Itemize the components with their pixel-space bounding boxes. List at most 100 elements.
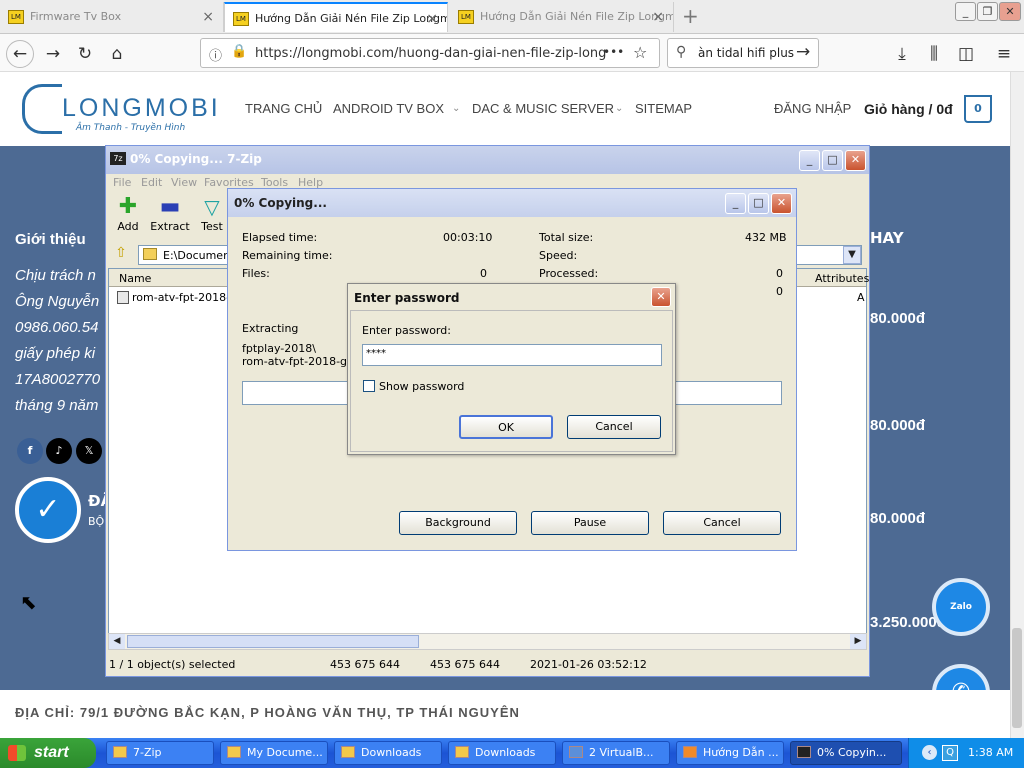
folder-up-icon[interactable]: ⇧	[110, 245, 132, 265]
tab-firmware[interactable]: LM Firmware Tv Box ×	[0, 2, 224, 32]
search-bar[interactable]: ⚲ àn tidal hifi plus →	[667, 38, 819, 68]
url-bar[interactable]: ⓘ 🔒 https://longmobi.com/huong-dan-giai-…	[200, 38, 660, 68]
background-button[interactable]: Background	[399, 511, 517, 535]
back-icon[interactable]: ←	[6, 40, 34, 68]
close-tab-icon[interactable]: ×	[426, 4, 438, 32]
menu-item-dac-music-server[interactable]: DAC & MUSIC SERVER	[472, 101, 614, 116]
bookmark-star-icon[interactable]: ☆	[633, 43, 647, 62]
more-actions-icon[interactable]: •••	[603, 45, 624, 59]
extract-button[interactable]: ▬ Extract	[148, 194, 192, 233]
taskbar-item-my-documents[interactable]: My Docume...	[220, 741, 328, 765]
reload-icon[interactable]: ↻	[72, 42, 98, 66]
status-size: 453 675 644	[330, 658, 400, 671]
file-attribute: A	[857, 291, 865, 304]
tiktok-icon[interactable]: ♪	[46, 438, 72, 464]
path-dropdown-icon[interactable]: ▼	[843, 246, 861, 264]
intro-line: Ông Nguyễn	[15, 293, 100, 310]
password-input[interactable]: ****	[362, 344, 662, 366]
scroll-left-icon[interactable]: ◀	[109, 634, 125, 649]
close-tab-icon[interactable]: ×	[202, 2, 214, 32]
info-icon[interactable]: ⓘ	[209, 45, 222, 64]
product-price: 80.000đ	[870, 510, 926, 527]
scroll-right-icon[interactable]: ▶	[850, 634, 866, 649]
ok-button[interactable]: OK	[459, 415, 553, 439]
speed-label: Speed:	[539, 249, 578, 262]
folder-icon	[227, 746, 241, 758]
taskbar-item-downloads-1[interactable]: Downloads	[334, 741, 442, 765]
tab-huong-dan[interactable]: LM Hướng Dẫn Giải Nén File Zip Longmobi …	[450, 2, 674, 32]
intro-line: Chịu trách n	[15, 267, 96, 284]
taskbar-item-virtualbox[interactable]: 2 VirtualB...	[562, 741, 670, 765]
password-label: Enter password:	[362, 324, 451, 337]
intro-line: 0986.060.54	[15, 319, 99, 336]
zalo-chat-icon[interactable]: Zalo	[932, 578, 990, 636]
menu-file[interactable]: File	[113, 176, 131, 189]
facebook-icon[interactable]: f	[17, 438, 43, 464]
logo-text[interactable]: LONGMOBI	[62, 94, 221, 123]
cancel-button[interactable]: Cancel	[663, 511, 781, 535]
elapsed-value: 00:03:10	[443, 231, 493, 244]
download-icon[interactable]: ⤓	[889, 42, 915, 66]
column-attributes[interactable]: Attributes	[815, 272, 869, 285]
files-label: Files:	[242, 267, 270, 280]
tab-huong-dan-active[interactable]: LM Hướng Dẫn Giải Nén File Zip Longmobi …	[224, 2, 448, 32]
cancel-button[interactable]: Cancel	[567, 415, 661, 439]
tray-collapse-icon[interactable]: ‹	[922, 745, 937, 760]
page-scrollbar-thumb[interactable]	[1012, 628, 1022, 728]
login-link[interactable]: ĐĂNG NHẬP	[774, 101, 851, 116]
taskbar-item-7zip[interactable]: 7-Zip	[106, 741, 214, 765]
home-icon[interactable]: ⌂	[104, 42, 130, 66]
new-tab-icon[interactable]: +	[682, 4, 702, 28]
taskbar-item-firefox[interactable]: Hướng Dẫn ...	[676, 741, 784, 765]
verified-badge-icon[interactable]: ✓	[15, 477, 81, 543]
processed-value: 0	[776, 267, 783, 280]
restore-window-button[interactable]: ❐	[977, 2, 998, 21]
close-button[interactable]: ✕	[845, 150, 866, 171]
minimize-button[interactable]: _	[725, 193, 746, 214]
start-label: start	[34, 744, 69, 761]
site-favicon-icon: LM	[233, 12, 249, 26]
minimize-button[interactable]: _	[799, 150, 820, 171]
menu-item-home[interactable]: TRANG CHỦ	[245, 101, 322, 116]
minimize-window-button[interactable]: _	[955, 2, 976, 21]
sidebar-icon[interactable]: ◫	[953, 42, 979, 66]
menu-item-sitemap[interactable]: SITEMAP	[635, 101, 692, 116]
show-password-label[interactable]: Show password	[379, 380, 464, 393]
close-button[interactable]: ✕	[771, 193, 792, 214]
close-window-button[interactable]: ✕	[999, 2, 1021, 21]
search-go-icon[interactable]: →	[796, 42, 810, 62]
taskbar-item-copying[interactable]: 0% Copyin...	[790, 741, 902, 765]
close-button[interactable]: ✕	[651, 287, 671, 307]
compressed-value: 0	[776, 285, 783, 298]
forward-icon[interactable]: →	[40, 42, 66, 66]
menu-item-android-tv-box[interactable]: ANDROID TV BOX	[333, 101, 444, 116]
menu-icon[interactable]: ≡	[991, 42, 1017, 66]
footer-address: ĐỊA CHỈ: 79/1 ĐƯỜNG BẮC KẠN, P HOÀNG VĂN…	[15, 705, 520, 720]
start-button[interactable]: start	[0, 738, 96, 768]
scrollbar-thumb[interactable]	[127, 635, 419, 648]
taskbar-item-downloads-2[interactable]: Downloads	[448, 741, 556, 765]
folder-icon	[341, 746, 355, 758]
side-heading: HAY	[870, 229, 904, 247]
x-twitter-icon[interactable]: 𝕏	[76, 438, 102, 464]
file-name[interactable]: rom-atv-fpt-2018-gi	[132, 291, 240, 304]
horizontal-scrollbar[interactable]: ◀ ▶	[108, 633, 867, 650]
search-input[interactable]: àn tidal hifi plus	[698, 46, 794, 60]
menu-edit[interactable]: Edit	[141, 176, 162, 189]
add-button[interactable]: ✚ Add	[106, 194, 150, 233]
column-name[interactable]: Name	[119, 272, 151, 285]
intro-line: giấy phép ki	[15, 345, 96, 362]
pause-button[interactable]: Pause	[531, 511, 649, 535]
copying-title: 0% Copying...	[234, 196, 327, 210]
chevron-down-icon: ⌄	[452, 103, 461, 114]
cart-count-badge[interactable]: 0	[964, 95, 992, 123]
logo-mark-icon[interactable]	[22, 84, 62, 134]
tray-app-icon[interactable]: Q	[942, 745, 958, 761]
menu-view[interactable]: View	[171, 176, 197, 189]
maximize-button[interactable]: □	[822, 150, 843, 171]
cart-link[interactable]: Giỏ hàng / 0đ	[864, 101, 953, 117]
library-icon[interactable]: ⫼	[921, 42, 947, 66]
close-tab-icon[interactable]: ×	[652, 2, 664, 32]
show-password-checkbox[interactable]	[363, 380, 375, 392]
maximize-button[interactable]: □	[748, 193, 769, 214]
